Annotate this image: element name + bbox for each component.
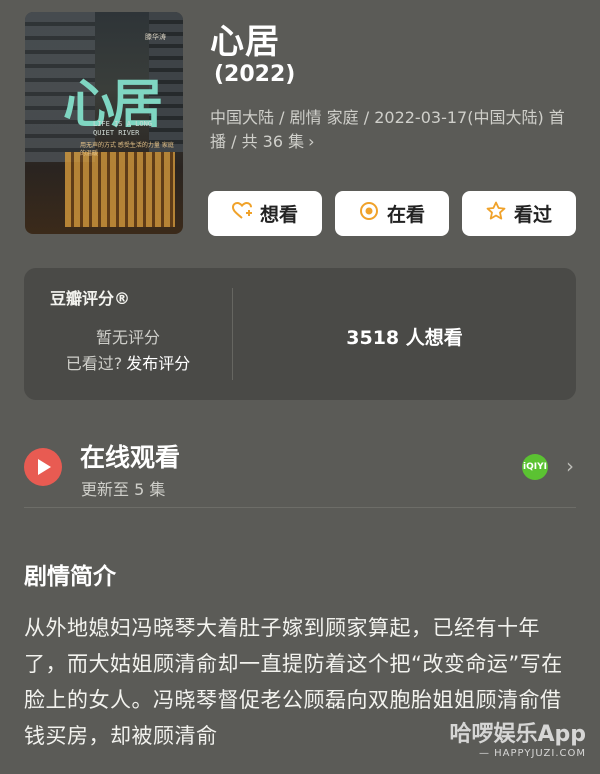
douban-rating-label: 豆瓣评分® bbox=[50, 289, 131, 308]
want-to-watch-button[interactable]: 想看 bbox=[208, 191, 322, 236]
online-watch-row[interactable]: 在线观看 更新至 5 集 iQIYI › bbox=[24, 436, 576, 500]
no-score-text: 暂无评分 bbox=[95, 328, 160, 347]
watched-button[interactable]: 看过 bbox=[462, 191, 576, 236]
poster-image[interactable]: 滕华涛 心居 LIFE IS A LONG QUIET RIVER 用无声的方式… bbox=[25, 12, 183, 234]
want-to-watch-label: 想看 bbox=[259, 204, 298, 226]
want-count[interactable]: 3518 人想看 bbox=[233, 323, 576, 350]
target-icon bbox=[359, 201, 379, 226]
action-buttons: 想看 在看 看过 bbox=[208, 191, 576, 236]
watermark-line1: 哈啰娱乐App bbox=[449, 722, 586, 747]
iqiyi-icon: iQIYI bbox=[522, 454, 548, 480]
poster-note: 用无声的方式 感受生活的力量 家庭的温暖 bbox=[80, 142, 174, 157]
heart-plus-icon bbox=[231, 201, 252, 225]
show-year: (2022) bbox=[214, 62, 296, 87]
watermark-line2: — HAPPYJUZI.COM bbox=[478, 748, 586, 759]
watermark-logo: 哈啰娱乐App — HAPPYJUZI.COM bbox=[449, 716, 586, 759]
chevron-right-icon: › bbox=[566, 454, 574, 478]
section-divider bbox=[24, 507, 576, 508]
online-watch-subtitle: 更新至 5 集 bbox=[81, 480, 166, 499]
watching-label: 在看 bbox=[386, 204, 425, 226]
watched-label: 看过 bbox=[513, 204, 552, 226]
poster-subtitle: LIFE IS A LONG QUIET RIVER bbox=[93, 120, 153, 137]
poster-tag: 滕华涛 bbox=[145, 33, 166, 41]
star-icon bbox=[486, 201, 506, 226]
online-watch-title: 在线观看 bbox=[80, 443, 181, 472]
show-meta-text: 中国大陆 / 剧情 家庭 / 2022-03-17(中国大陆) 首播 / 共 3… bbox=[210, 108, 565, 151]
seen-question: 已看过? bbox=[65, 354, 123, 373]
post-rating-link[interactable]: 发布评分 bbox=[126, 354, 190, 373]
watching-button[interactable]: 在看 bbox=[335, 191, 449, 236]
chevron-right-icon: › bbox=[308, 132, 315, 151]
seen-prompt: 已看过? 发布评分 bbox=[24, 350, 232, 374]
show-meta[interactable]: 中国大陆 / 剧情 家庭 / 2022-03-17(中国大陆) 首播 / 共 3… bbox=[210, 106, 570, 154]
show-title: 心居 bbox=[210, 22, 280, 62]
poster-window-glow bbox=[65, 152, 175, 227]
synopsis-title: 剧情简介 bbox=[24, 564, 116, 590]
play-icon bbox=[24, 448, 62, 486]
rating-card: 豆瓣评分® 暂无评分 已看过? 发布评分 3518 人想看 bbox=[24, 268, 576, 400]
